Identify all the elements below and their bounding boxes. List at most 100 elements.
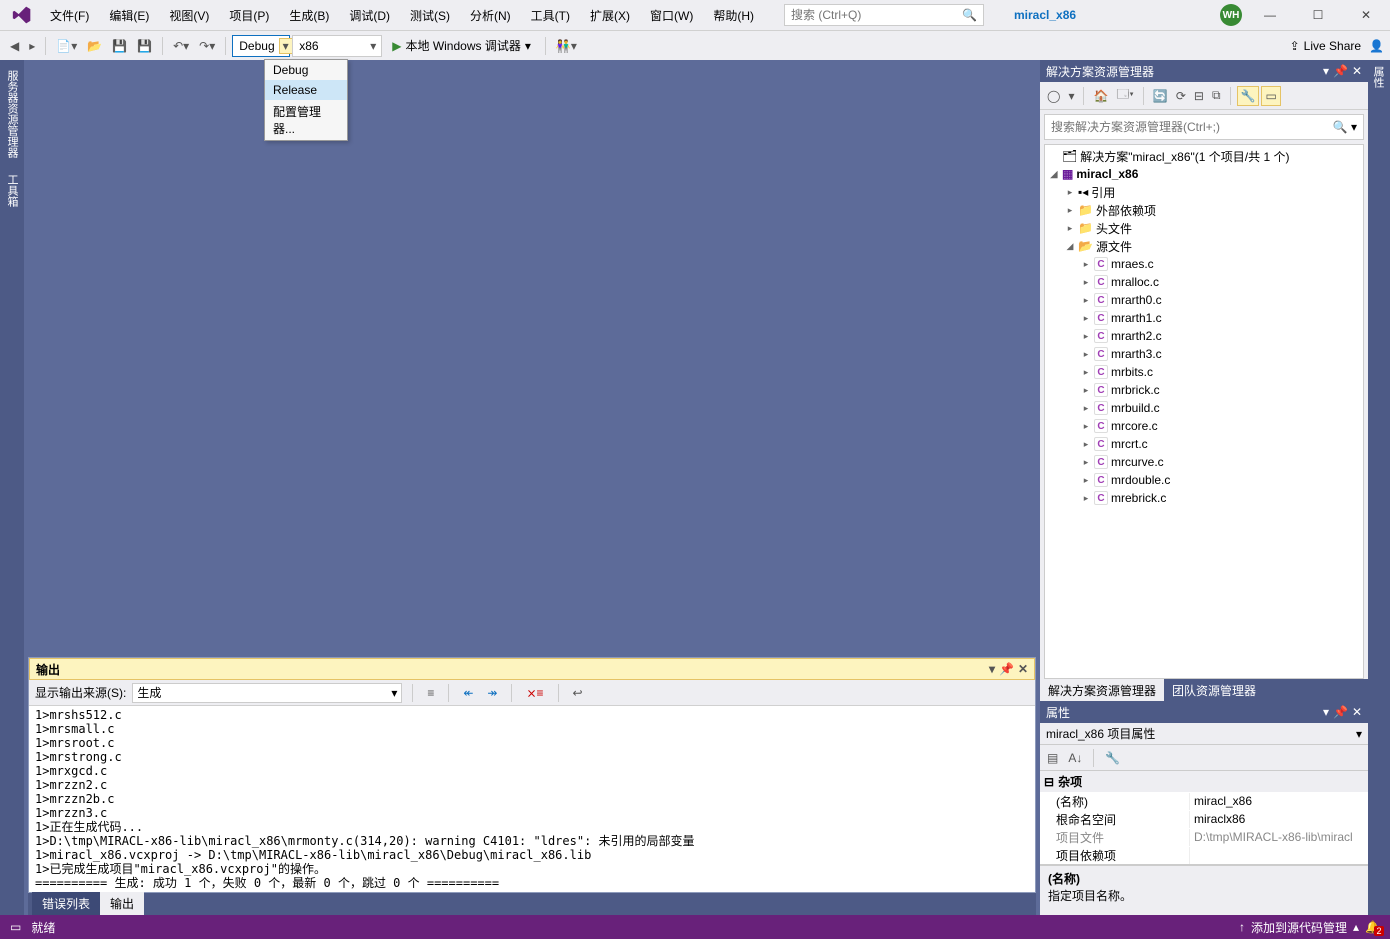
tree-node[interactable]: ▸Cmrcurve.c [1045, 453, 1363, 471]
expander-icon[interactable]: ▸ [1081, 331, 1091, 342]
minimize-button[interactable]: — [1250, 1, 1290, 29]
menu-编辑(E)[interactable]: 编辑(E) [99, 3, 159, 28]
expander-icon[interactable]: ▸ [1081, 439, 1091, 450]
tree-node[interactable]: ▸Cmrbuild.c [1045, 399, 1363, 417]
wrench-icon[interactable]: 🔧 [1102, 749, 1123, 767]
alphabetical-icon[interactable]: A↓ [1065, 749, 1085, 767]
expander-icon[interactable]: ▸ [1081, 493, 1091, 504]
expander-icon[interactable]: ▸ [1081, 277, 1091, 288]
config-option[interactable]: 配置管理器... [265, 100, 347, 140]
filter-icon[interactable]: ⟳ [1173, 87, 1189, 105]
pin-icon[interactable]: 📌 [1333, 64, 1348, 78]
nav-back-icon[interactable]: ◀ [6, 37, 23, 55]
menu-帮助(H)[interactable]: 帮助(H) [703, 3, 764, 28]
chevron-up-icon[interactable]: ▴ [1353, 920, 1359, 934]
tree-node[interactable]: ▸Cmraes.c [1045, 255, 1363, 273]
user-avatar[interactable]: WH [1220, 4, 1242, 26]
menu-生成(B)[interactable]: 生成(B) [279, 3, 339, 28]
bottom-tab[interactable]: 输出 [100, 892, 144, 915]
switch-view-icon[interactable]: 🗔▾ [1113, 83, 1136, 108]
rail-tab[interactable]: 服务器资源管理器 [2, 62, 22, 166]
status-scm[interactable]: 添加到源代码管理 [1251, 919, 1347, 936]
dropdown-icon[interactable]: ▾ [1323, 705, 1329, 719]
expander-icon[interactable]: ▸ [1081, 385, 1091, 396]
expander-icon[interactable]: ▸ [1081, 367, 1091, 378]
open-icon[interactable]: 📂 [83, 37, 106, 55]
config-option[interactable]: Debug [265, 60, 347, 80]
menu-文件(F)[interactable]: 文件(F) [40, 3, 99, 28]
menu-窗口(W)[interactable]: 窗口(W) [640, 3, 703, 28]
platform-combo[interactable]: x86 ▾ [292, 35, 382, 57]
tree-node[interactable]: ▸Cmrcore.c [1045, 417, 1363, 435]
expander-icon[interactable]: ▸ [1065, 223, 1075, 234]
menu-调试(D)[interactable]: 调试(D) [339, 3, 400, 28]
expander-icon[interactable]: ▸ [1081, 259, 1091, 270]
sync-icon[interactable]: 🔄 [1150, 87, 1171, 105]
dropdown-icon[interactable]: ▾ [989, 662, 995, 676]
tree-node[interactable]: ▸Cmrbits.c [1045, 363, 1363, 381]
categorized-icon[interactable]: ▤ [1044, 749, 1061, 767]
property-row[interactable]: 项目依赖项 [1040, 846, 1368, 864]
save-all-icon[interactable]: 💾 [133, 37, 156, 55]
global-search-input[interactable] [791, 8, 962, 22]
expander-icon[interactable]: ▸ [1081, 475, 1091, 486]
tree-node[interactable]: ▸Cmrdouble.c [1045, 471, 1363, 489]
solution-tree[interactable]: 🗂解决方案"miracl_x86"(1 个项目/共 1 个)◢▦miracl_x… [1044, 144, 1364, 679]
goto-icon[interactable]: ≡ [423, 684, 438, 702]
save-icon[interactable]: 💾 [108, 37, 131, 55]
live-share-button[interactable]: ⇪ Live Share [1290, 39, 1361, 53]
close-icon[interactable]: ✕ [1018, 662, 1028, 676]
close-icon[interactable]: ✕ [1352, 64, 1362, 78]
tree-node[interactable]: ▸📁头文件 [1045, 219, 1363, 237]
back-icon[interactable]: ◯ [1044, 87, 1063, 105]
tree-node[interactable]: ▸Cmrarth1.c [1045, 309, 1363, 327]
close-button[interactable]: ✕ [1346, 1, 1386, 29]
menu-项目(P)[interactable]: 项目(P) [219, 3, 279, 28]
tree-node[interactable]: ▸Cmrarth2.c [1045, 327, 1363, 345]
se-tab[interactable]: 解决方案资源管理器 [1040, 679, 1164, 701]
notifications-button[interactable]: 🔔 2 [1365, 920, 1380, 934]
tree-node[interactable]: ▸Cmrebrick.c [1045, 489, 1363, 507]
prev-icon[interactable]: ↞ [459, 684, 477, 702]
rail-tab[interactable]: 工具箱 [2, 166, 22, 215]
expander-icon[interactable]: ◢ [1049, 169, 1059, 180]
expander-icon[interactable]: ▸ [1081, 349, 1091, 360]
output-source-combo[interactable]: 生成 ▾ [132, 683, 402, 703]
output-content[interactable]: 1>mrshs512.c 1>mrsmall.c 1>mrsroot.c 1>m… [29, 706, 1035, 892]
next-icon[interactable]: ↠ [483, 684, 501, 702]
new-project-icon[interactable]: 📄▾ [52, 37, 81, 55]
properties-icon[interactable]: 🔧 [1237, 86, 1260, 106]
tree-node[interactable]: ▸Cmrcrt.c [1045, 435, 1363, 453]
global-search[interactable]: 🔍 [784, 4, 984, 26]
pin-icon[interactable]: 📌 [1333, 705, 1348, 719]
collapse-icon[interactable]: ⊟ [1191, 87, 1207, 105]
property-category[interactable]: ⊟杂项 [1040, 771, 1368, 792]
toolbar-extra-icon[interactable]: 👫▾ [552, 37, 581, 55]
tree-node[interactable]: ◢▦miracl_x86 [1045, 165, 1363, 183]
nav-fwd-icon[interactable]: ▸ [25, 37, 39, 55]
pin-icon[interactable]: 📌 [999, 662, 1014, 676]
config-combo[interactable]: Debug ▾ [232, 35, 290, 57]
tree-node[interactable]: ▸Cmrbrick.c [1045, 381, 1363, 399]
expander-icon[interactable]: ▸ [1081, 457, 1091, 468]
output-title-bar[interactable]: 输出 ▾ 📌 ✕ [29, 658, 1035, 680]
expander-icon[interactable]: ▸ [1081, 313, 1091, 324]
tree-node[interactable]: ▸Cmralloc.c [1045, 273, 1363, 291]
expander-icon[interactable]: ▸ [1065, 187, 1075, 198]
se-search[interactable]: 🔍 ▾ [1044, 114, 1364, 140]
dropdown-icon[interactable]: ▾ [1323, 64, 1329, 78]
properties-object[interactable]: miracl_x86 项目属性 ▾ [1040, 723, 1368, 745]
se-tab[interactable]: 团队资源管理器 [1164, 679, 1264, 701]
tree-node[interactable]: ▸📁外部依赖项 [1045, 201, 1363, 219]
expander-icon[interactable]: ▸ [1081, 403, 1091, 414]
menu-视图(V)[interactable]: 视图(V) [159, 3, 219, 28]
tree-node[interactable]: ▸Cmrarth0.c [1045, 291, 1363, 309]
expander-icon[interactable]: ◢ [1065, 241, 1075, 252]
expander-icon[interactable]: ▸ [1081, 295, 1091, 306]
properties-header[interactable]: 属性 ▾ 📌 ✕ [1040, 701, 1368, 723]
tree-node[interactable]: 🗂解决方案"miracl_x86"(1 个项目/共 1 个) [1045, 147, 1363, 165]
preview-icon[interactable]: ▭ [1261, 86, 1280, 106]
expander-icon[interactable]: ▸ [1065, 205, 1075, 216]
menu-扩展(X)[interactable]: 扩展(X) [580, 3, 640, 28]
tree-node[interactable]: ◢📂源文件 [1045, 237, 1363, 255]
